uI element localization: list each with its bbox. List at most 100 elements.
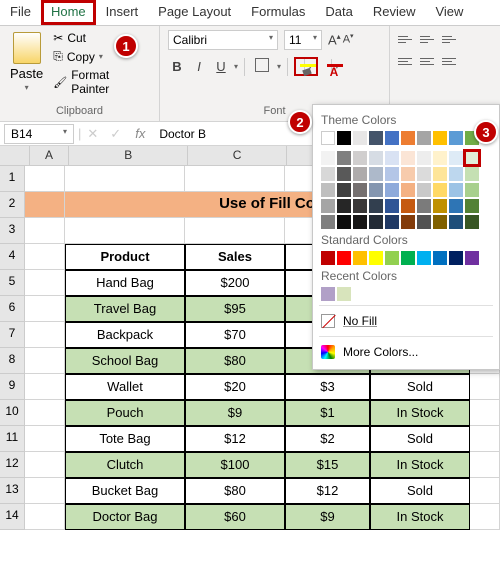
cell[interactable]: In Stock xyxy=(370,400,470,426)
swatch[interactable] xyxy=(417,199,431,213)
cell[interactable]: Sales xyxy=(185,244,285,270)
menu-tab-insert[interactable]: Insert xyxy=(96,0,149,25)
swatch[interactable] xyxy=(465,183,479,197)
cell[interactable] xyxy=(470,504,500,530)
swatch[interactable] xyxy=(369,251,383,265)
fill-color-button[interactable]: ▾ xyxy=(294,57,318,76)
row-header-14[interactable]: 14 xyxy=(0,504,25,530)
swatch[interactable] xyxy=(337,215,351,229)
swatch[interactable] xyxy=(465,167,479,181)
cell[interactable]: $80 xyxy=(185,478,285,504)
row-header-1[interactable]: 1 xyxy=(0,166,25,192)
swatch[interactable] xyxy=(465,251,479,265)
cell[interactable]: $9 xyxy=(285,504,370,530)
select-all-corner[interactable] xyxy=(0,146,30,165)
swatch[interactable] xyxy=(321,251,335,265)
cell[interactable] xyxy=(25,426,65,452)
cell[interactable] xyxy=(25,400,65,426)
swatch[interactable] xyxy=(321,183,335,197)
menu-tab-view[interactable]: View xyxy=(425,0,473,25)
cell[interactable]: Sold xyxy=(370,478,470,504)
border-button[interactable] xyxy=(251,56,273,77)
cell[interactable] xyxy=(470,478,500,504)
swatch[interactable] xyxy=(321,199,335,213)
swatch[interactable] xyxy=(433,199,447,213)
cell[interactable]: $95 xyxy=(185,296,285,322)
swatch[interactable] xyxy=(417,215,431,229)
swatch[interactable] xyxy=(353,167,367,181)
swatch[interactable] xyxy=(433,183,447,197)
cell[interactable] xyxy=(470,374,500,400)
swatch[interactable] xyxy=(401,167,415,181)
cell[interactable]: $2 xyxy=(285,426,370,452)
cell[interactable]: $20 xyxy=(185,374,285,400)
bold-button[interactable]: B xyxy=(168,57,186,76)
format-painter-button[interactable]: Format Painter xyxy=(51,67,151,97)
swatch[interactable] xyxy=(353,215,367,229)
cell[interactable] xyxy=(470,426,500,452)
swatch[interactable] xyxy=(385,151,399,165)
cell[interactable] xyxy=(25,270,65,296)
cell[interactable] xyxy=(470,452,500,478)
cell[interactable]: Doctor Bag xyxy=(65,504,185,530)
swatch[interactable] xyxy=(337,183,351,197)
cell[interactable]: $1 xyxy=(285,400,370,426)
swatch[interactable] xyxy=(449,251,463,265)
swatch[interactable] xyxy=(369,183,383,197)
swatch[interactable] xyxy=(465,199,479,213)
align-middle[interactable] xyxy=(418,30,438,48)
swatch[interactable] xyxy=(385,215,399,229)
cell[interactable]: Backpack xyxy=(65,322,185,348)
menu-tab-formulas[interactable]: Formulas xyxy=(241,0,315,25)
cell[interactable]: Pouch xyxy=(65,400,185,426)
swatch[interactable] xyxy=(417,131,431,145)
cell[interactable]: $200 xyxy=(185,270,285,296)
swatch[interactable] xyxy=(321,151,335,165)
menu-tab-page-layout[interactable]: Page Layout xyxy=(148,0,241,25)
cell[interactable] xyxy=(185,218,285,244)
swatch[interactable] xyxy=(417,167,431,181)
font-grow-shrink[interactable]: A▴A▾ xyxy=(328,32,354,47)
row-header-12[interactable]: 12 xyxy=(0,452,25,478)
cell[interactable] xyxy=(25,166,65,192)
swatch[interactable] xyxy=(465,151,479,165)
swatch[interactable] xyxy=(353,131,367,145)
swatch[interactable] xyxy=(337,251,351,265)
row-header-13[interactable]: 13 xyxy=(0,478,25,504)
swatch[interactable] xyxy=(353,151,367,165)
menu-tab-home[interactable]: Home xyxy=(41,0,96,25)
swatch[interactable] xyxy=(337,287,351,301)
italic-button[interactable]: I xyxy=(190,57,208,76)
col-header-C[interactable]: C xyxy=(188,146,287,165)
swatch[interactable] xyxy=(369,131,383,145)
swatch[interactable] xyxy=(401,215,415,229)
row-header-8[interactable]: 8 xyxy=(0,348,25,374)
cancel-icon[interactable]: ✕ xyxy=(81,126,104,142)
swatch[interactable] xyxy=(369,199,383,213)
col-header-B[interactable]: B xyxy=(69,146,188,165)
swatch[interactable] xyxy=(433,131,447,145)
cell[interactable] xyxy=(65,218,185,244)
cell[interactable] xyxy=(25,218,65,244)
cell[interactable]: $12 xyxy=(185,426,285,452)
swatch[interactable] xyxy=(401,183,415,197)
swatch[interactable] xyxy=(401,251,415,265)
menu-tab-data[interactable]: Data xyxy=(315,0,362,25)
swatch[interactable] xyxy=(449,131,463,145)
cell[interactable]: In Stock xyxy=(370,452,470,478)
align-left[interactable] xyxy=(396,52,416,70)
cell[interactable]: Sold xyxy=(370,374,470,400)
swatch[interactable] xyxy=(385,251,399,265)
swatch[interactable] xyxy=(401,151,415,165)
swatch[interactable] xyxy=(385,199,399,213)
cell[interactable]: Sold xyxy=(370,426,470,452)
swatch[interactable] xyxy=(433,251,447,265)
swatch[interactable] xyxy=(353,183,367,197)
cell[interactable] xyxy=(25,322,65,348)
cell[interactable]: Bucket Bag xyxy=(65,478,185,504)
swatch[interactable] xyxy=(385,167,399,181)
cell[interactable] xyxy=(25,244,65,270)
font-size-select[interactable]: 11▾ xyxy=(284,30,322,50)
swatch[interactable] xyxy=(337,131,351,145)
row-header-6[interactable]: 6 xyxy=(0,296,25,322)
